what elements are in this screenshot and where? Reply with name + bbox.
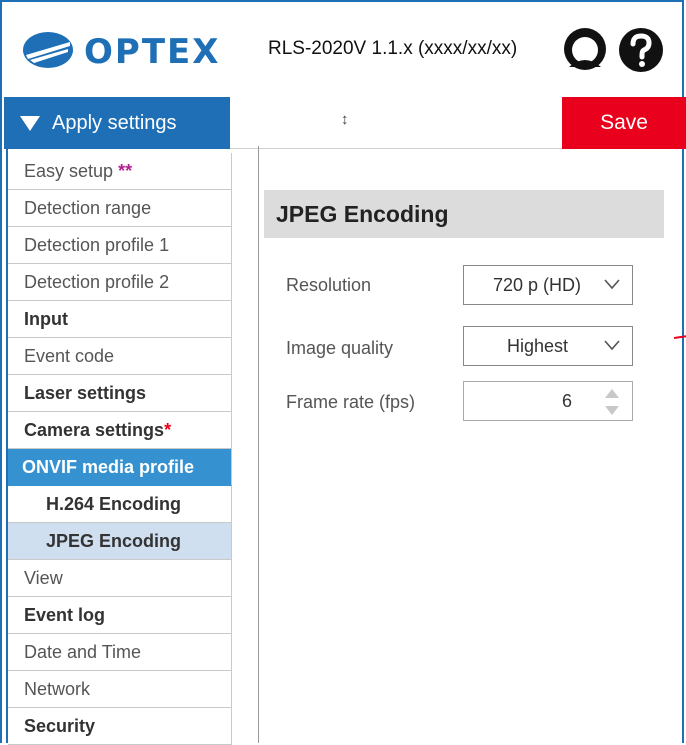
image-quality-value: Highest	[507, 336, 569, 356]
sidebar-item-easy-setup[interactable]: Easy setup **	[8, 153, 232, 190]
sidebar-item-date-and-time[interactable]: Date and Time	[8, 634, 232, 671]
sidebar-item-label: Camera settings	[24, 420, 165, 440]
sidebar-item-h264-encoding[interactable]: H.264 Encoding	[8, 486, 232, 523]
optex-logo: OPTEX	[23, 32, 220, 70]
sidebar-item-label: Easy setup	[24, 161, 114, 181]
sidebar-item-event-log[interactable]: Event log	[8, 597, 232, 634]
resolution-select[interactable]: 720 p (HD)	[463, 265, 633, 305]
sidebar-item-input[interactable]: Input	[8, 301, 232, 338]
image-quality-select[interactable]: Highest	[463, 326, 633, 366]
sidebar-item-event-code[interactable]: Event code	[8, 338, 232, 375]
apply-settings-label: Apply settings	[52, 111, 177, 134]
save-button[interactable]: Save	[562, 97, 686, 149]
sidebar-item-security[interactable]: Security	[8, 708, 232, 745]
sidebar-item-detection-range[interactable]: Detection range	[8, 190, 232, 227]
spinner-arrows-icon[interactable]	[603, 386, 621, 418]
required-marker: **	[118, 161, 133, 181]
sidebar-item-laser-settings[interactable]: Laser settings	[8, 375, 232, 412]
resolution-label: Resolution	[286, 275, 372, 295]
apply-settings-button[interactable]: Apply settings	[4, 97, 230, 149]
chevron-down-icon	[604, 279, 620, 290]
help-icon[interactable]	[618, 27, 664, 73]
brand-text: OPTEX	[84, 32, 220, 70]
page-title: JPEG Encoding	[264, 190, 664, 238]
chevron-down-icon	[604, 340, 620, 351]
resolution-value: 720 p (HD)	[493, 275, 582, 295]
sidebar-item-camera-settings[interactable]: Camera settings*	[8, 412, 232, 449]
frame-rate-stepper[interactable]: 6	[463, 381, 633, 421]
version-label: RLS-2020V 1.1.x (xxxx/xx/xx)	[268, 38, 518, 59]
sidebar-item-onvif-media-profile[interactable]: ONVIF media profile	[8, 449, 232, 486]
toolbar-splitter-area	[230, 97, 562, 149]
triangle-down-icon	[20, 115, 40, 131]
resize-vertical-icon[interactable]: ↕	[341, 111, 349, 128]
sidebar-item-detection-profile-1[interactable]: Detection profile 1	[8, 227, 232, 264]
frame-rate-label: Frame rate (fps)	[286, 392, 416, 412]
frame-rate-value: 6	[562, 391, 573, 411]
toolbar: Apply settings ↕ Save	[0, 97, 686, 149]
sidebar-item-view[interactable]: View	[8, 560, 232, 597]
user-icon[interactable]	[563, 27, 607, 71]
image-quality-label: Image quality	[286, 338, 394, 358]
sidebar-item-detection-profile-2[interactable]: Detection profile 2	[8, 264, 232, 301]
sidebar-item-jpeg-encoding[interactable]: JPEG Encoding	[8, 523, 232, 560]
required-marker: *	[164, 420, 172, 440]
sidebar: Easy setup ** Detection range Detection …	[8, 153, 232, 745]
panel-splitter[interactable]	[258, 146, 259, 743]
header: OPTEX RLS-2020V 1.1.x (xxxx/xx/xx)	[0, 0, 686, 97]
sidebar-item-network[interactable]: Network	[8, 671, 232, 708]
